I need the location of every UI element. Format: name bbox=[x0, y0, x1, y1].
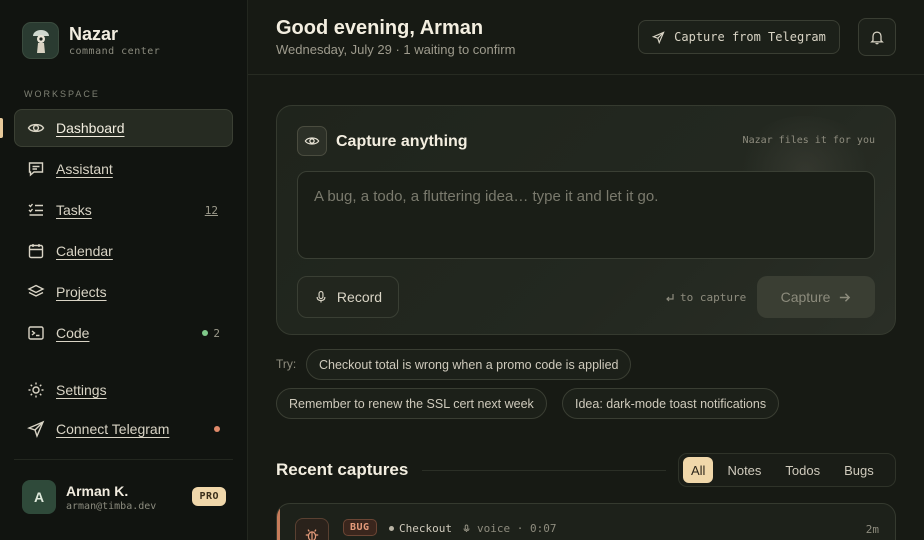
bug-icon bbox=[295, 518, 329, 540]
notifications-button[interactable] bbox=[858, 18, 896, 56]
eye-icon bbox=[297, 126, 327, 156]
enter-key-icon bbox=[666, 293, 674, 301]
send-icon bbox=[27, 420, 45, 438]
suggestion-chip[interactable]: Idea: dark-mode toast notifications bbox=[562, 388, 780, 419]
microphone-icon bbox=[316, 290, 326, 303]
record-button[interactable]: Record bbox=[297, 276, 399, 318]
suggestion-chip[interactable]: Remember to renew the SSL cert next week bbox=[276, 388, 547, 419]
project-dot bbox=[389, 526, 394, 531]
terminal-icon bbox=[27, 324, 45, 342]
status-dot bbox=[202, 330, 209, 336]
tab-todos[interactable]: Todos bbox=[777, 457, 828, 483]
source-info: voice · 0:07 bbox=[476, 522, 557, 535]
tab-notes[interactable]: Notes bbox=[719, 457, 769, 483]
sidebar-item-label: Calendar bbox=[56, 243, 113, 259]
sidebar-item-label: Projects bbox=[56, 284, 107, 300]
page-title: Good evening, Arman bbox=[276, 17, 484, 39]
list-icon bbox=[27, 201, 45, 219]
capture-card: Capture anything Nazar files it for you … bbox=[276, 105, 896, 335]
capture-button[interactable]: Capture bbox=[757, 276, 875, 318]
page-header: Good evening, Arman Wednesday, July 29 ·… bbox=[248, 0, 924, 75]
eye-icon bbox=[27, 119, 45, 137]
brand-name: Nazar bbox=[69, 24, 119, 44]
shortcut-hint: to capture bbox=[680, 291, 747, 304]
sidebar-item-label: Dashboard bbox=[56, 120, 125, 136]
microphone-icon bbox=[463, 524, 470, 532]
code-status: 2 bbox=[202, 327, 220, 340]
sidebar-item-label: Code bbox=[56, 325, 90, 341]
sidebar: Nazar command center WORKSPACE Dashboard… bbox=[0, 0, 248, 540]
capture-from-telegram-button[interactable]: Capture from Telegram bbox=[638, 20, 840, 54]
section-label: WORKSPACE bbox=[24, 89, 100, 99]
type-badge: BUG bbox=[343, 519, 377, 536]
sidebar-item-label: Connect Telegram bbox=[56, 421, 170, 437]
sidebar-item-code[interactable]: Code 2 bbox=[14, 314, 233, 352]
bell-icon bbox=[870, 31, 884, 45]
chat-icon bbox=[27, 160, 45, 178]
brand[interactable]: Nazar command center bbox=[22, 22, 160, 59]
sidebar-item-dashboard[interactable]: Dashboard bbox=[14, 109, 233, 147]
plan-badge: PRO bbox=[192, 487, 226, 506]
layers-icon bbox=[27, 283, 45, 301]
sidebar-item-settings[interactable]: Settings bbox=[14, 371, 233, 409]
sidebar-item-connect-telegram[interactable]: Connect Telegram bbox=[14, 410, 233, 448]
avatar: A bbox=[22, 480, 56, 514]
tab-bugs[interactable]: Bugs bbox=[836, 457, 882, 483]
user-profile[interactable]: A Arman K. arman@timba.dev PRO bbox=[22, 480, 226, 514]
button-label: Capture from Telegram bbox=[674, 30, 826, 44]
keyboard-hint: to capture bbox=[665, 291, 746, 304]
filter-tabs: All Notes Todos Bugs bbox=[678, 453, 896, 487]
capture-title: Capture anything bbox=[336, 133, 468, 150]
code-count: 2 bbox=[213, 326, 220, 340]
timestamp: 2m bbox=[865, 523, 879, 536]
sidebar-item-calendar[interactable]: Calendar bbox=[14, 232, 233, 270]
project-name: Checkout bbox=[399, 522, 452, 535]
button-label: Capture bbox=[780, 289, 831, 305]
type-accent-bar bbox=[277, 504, 280, 540]
capture-hint: Nazar files it for you bbox=[742, 135, 875, 146]
section-title: Recent captures bbox=[276, 460, 409, 479]
sidebar-item-label: Tasks bbox=[56, 202, 92, 218]
sidebar-item-tasks[interactable]: Tasks 12 bbox=[14, 191, 233, 229]
item-meta: Checkout voice · 0:07 bbox=[389, 522, 556, 535]
date-subtitle: Wednesday, July 29 · 1 waiting to confir… bbox=[276, 42, 516, 57]
tab-all[interactable]: All bbox=[683, 457, 714, 483]
capture-input[interactable] bbox=[297, 171, 875, 259]
logo-icon bbox=[22, 22, 59, 59]
suggestion-chip[interactable]: Checkout total is wrong when a promo cod… bbox=[306, 349, 632, 380]
sidebar-item-projects[interactable]: Projects bbox=[14, 273, 233, 311]
brand-subtitle: command center bbox=[69, 46, 161, 57]
send-icon bbox=[652, 30, 665, 44]
sidebar-item-assistant[interactable]: Assistant bbox=[14, 150, 233, 188]
main-content: Good evening, Arman Wednesday, July 29 ·… bbox=[248, 0, 924, 540]
user-name: Arman K. bbox=[66, 482, 129, 499]
sun-gear-icon bbox=[27, 381, 45, 399]
sidebar-item-label: Settings bbox=[56, 382, 107, 398]
divider bbox=[14, 459, 233, 460]
arrow-right-icon bbox=[840, 292, 851, 302]
calendar-icon bbox=[27, 242, 45, 260]
suggestions-label: Try: bbox=[276, 357, 297, 371]
divider bbox=[422, 470, 666, 471]
capture-list-item[interactable]: BUG Checkout voice · 0:07 2m bbox=[276, 503, 896, 540]
status-dot bbox=[214, 426, 220, 432]
button-label: Record bbox=[336, 289, 383, 305]
sidebar-item-label: Assistant bbox=[56, 161, 113, 177]
user-email: arman@timba.dev bbox=[66, 500, 157, 512]
active-indicator bbox=[0, 118, 3, 138]
task-count-badge: 12 bbox=[204, 203, 218, 217]
